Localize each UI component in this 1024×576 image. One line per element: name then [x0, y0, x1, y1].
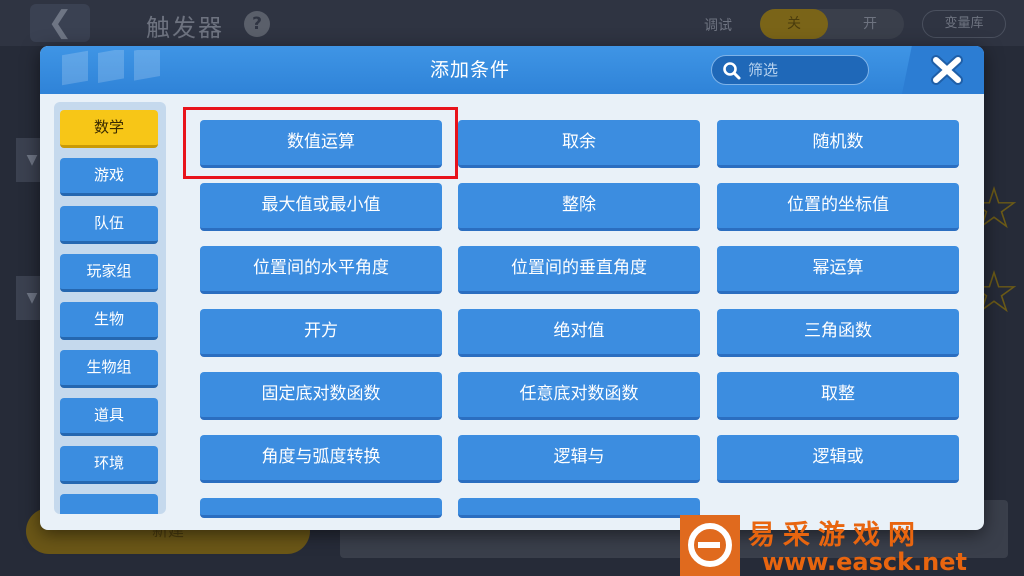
condition-button[interactable]: 位置间的水平角度 [200, 246, 442, 294]
add-condition-dialog: 添加条件 数学 游戏 队伍 玩家组 生物 生物组 道具 环境 数值运算 取余 [40, 46, 984, 530]
watermark-name: 易采游戏网 [748, 520, 923, 551]
top-bar: ❮ 触发器 ? 调试 关 开 变量库 [0, 0, 1024, 46]
watermark-logo-icon [680, 515, 740, 576]
condition-button[interactable]: 最大值或最小值 [200, 183, 442, 231]
condition-button[interactable]: 整除 [458, 183, 700, 231]
filter-input[interactable] [748, 58, 864, 82]
category-team[interactable]: 队伍 [60, 206, 158, 244]
close-icon[interactable] [930, 54, 964, 86]
search-icon [723, 62, 741, 80]
condition-button[interactable]: 幂运算 [717, 246, 959, 294]
condition-button[interactable]: 逻辑或 [717, 435, 959, 483]
category-game[interactable]: 游戏 [60, 158, 158, 196]
page-title: 触发器 [146, 14, 224, 42]
condition-button[interactable]: 位置的坐标值 [717, 183, 959, 231]
condition-button[interactable]: 开方 [200, 309, 442, 357]
condition-button[interactable]: 角度与弧度转换 [200, 435, 442, 483]
dialog-header: 添加条件 [40, 46, 984, 94]
toggle-on-option[interactable]: 开 [836, 9, 904, 39]
condition-button[interactable]: 数值运算 [200, 120, 442, 168]
back-button[interactable]: ❮ [30, 4, 90, 42]
condition-button[interactable]: 逻辑与 [458, 435, 700, 483]
category-environment[interactable]: 环境 [60, 446, 158, 484]
toggle-off-option[interactable]: 关 [760, 9, 828, 39]
category-math[interactable]: 数学 [60, 110, 158, 148]
help-icon[interactable]: ? [244, 11, 270, 37]
condition-button[interactable]: 取余 [458, 120, 700, 168]
debug-label: 调试 [704, 18, 732, 34]
category-sidebar: 数学 游戏 队伍 玩家组 生物 生物组 道具 环境 [54, 102, 166, 514]
category-creature[interactable]: 生物 [60, 302, 158, 340]
condition-button[interactable]: 固定底对数函数 [200, 372, 442, 420]
filter-search-box[interactable] [711, 55, 869, 85]
condition-button[interactable]: 取整 [717, 372, 959, 420]
condition-button[interactable]: 任意底对数函数 [458, 372, 700, 420]
condition-button[interactable]: 位置间的垂直角度 [458, 246, 700, 294]
condition-button-partial[interactable] [458, 498, 700, 518]
category-more[interactable] [60, 494, 158, 514]
condition-button[interactable]: 三角函数 [717, 309, 959, 357]
watermark-url: www.easck.net [762, 548, 967, 576]
category-creature-group[interactable]: 生物组 [60, 350, 158, 388]
condition-button[interactable]: 随机数 [717, 120, 959, 168]
category-item[interactable]: 道具 [60, 398, 158, 436]
debug-toggle[interactable]: 关 开 [760, 9, 904, 39]
condition-button-partial[interactable] [200, 498, 442, 518]
condition-button[interactable]: 绝对值 [458, 309, 700, 357]
variable-library-button[interactable]: 变量库 [922, 10, 1006, 38]
category-player-group[interactable]: 玩家组 [60, 254, 158, 292]
